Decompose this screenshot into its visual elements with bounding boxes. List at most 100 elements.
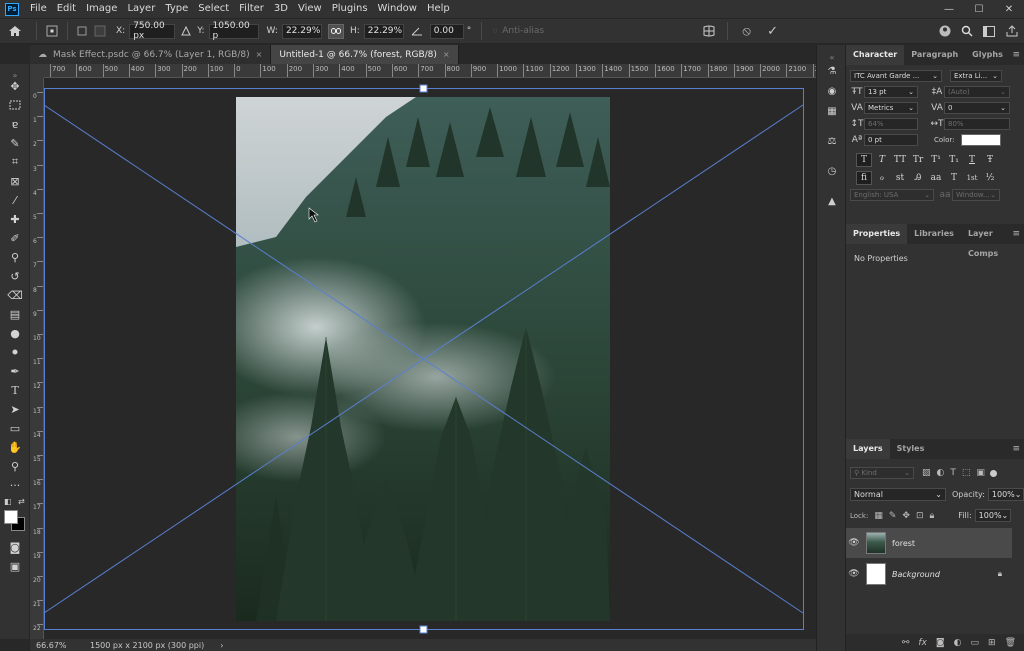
relative-position-icon[interactable] — [90, 25, 110, 37]
maximize-button[interactable]: ☐ — [964, 0, 994, 18]
font-family-select[interactable]: ITC Avant Garde ... ⌄ — [850, 70, 942, 82]
lock-all-icon[interactable]: 🔒︎ — [929, 511, 934, 521]
screen-mode-icon[interactable]: ▣ — [5, 557, 25, 575]
type-tool-icon[interactable]: T — [5, 381, 25, 399]
tab-character[interactable]: Character — [846, 45, 905, 65]
layer-filter-select[interactable]: ⚲ Kind ⌄ — [850, 467, 914, 479]
link-aspect-icon[interactable] — [327, 23, 344, 39]
faux-italic-button[interactable]: T — [874, 153, 890, 167]
swap-colors-icon[interactable]: ⇄ — [18, 497, 25, 506]
close-tab-icon[interactable]: × — [443, 50, 450, 59]
new-layer-icon[interactable]: ⊞ — [988, 638, 996, 648]
tab-libraries[interactable]: Libraries — [907, 224, 961, 244]
tracking-select[interactable]: 0 ⌄ — [944, 102, 1010, 114]
anti-alias-label[interactable]: Anti-alias — [502, 26, 544, 36]
kerning-select[interactable]: Metrics ⌄ — [864, 102, 918, 114]
crop-tool-icon[interactable]: ⌗ — [5, 153, 25, 171]
lock-artboard-icon[interactable]: ⊡ — [916, 511, 924, 521]
filter-smart-object-icon[interactable]: ▣ — [976, 468, 985, 478]
menu-layer[interactable]: Layer — [122, 0, 160, 18]
brush-tool-icon[interactable]: ✐ — [5, 229, 25, 247]
text-color-swatch[interactable] — [960, 134, 1001, 146]
pen-tool-icon[interactable]: ✒ — [5, 362, 25, 380]
layer-background[interactable]: 👁︎ Background 🔒︎ — [846, 559, 1012, 589]
foreground-color-swatch[interactable] — [4, 510, 18, 524]
height-field[interactable]: 22.29% — [363, 23, 404, 39]
subscript-button[interactable]: T₁ — [946, 153, 962, 167]
swatches-panel-icon[interactable]: ▦ — [823, 103, 841, 119]
baseline-shift-field[interactable]: 0 pt — [864, 134, 918, 146]
lock-position-icon[interactable]: ✥ — [902, 511, 910, 521]
strikethrough-button[interactable]: Ŧ — [982, 153, 998, 167]
fill-field[interactable]: 100% ⌄ — [974, 509, 1011, 522]
transform-handle-bottom[interactable] — [419, 625, 428, 634]
tab-properties[interactable]: Properties — [846, 224, 908, 244]
share-icon[interactable] — [1000, 25, 1024, 37]
opacity-field[interactable]: 100% ⌄ — [987, 488, 1024, 501]
marquee-tool-icon[interactable] — [5, 96, 25, 114]
lock-transparent-icon[interactable]: ▦ — [874, 511, 883, 521]
faux-bold-button[interactable]: T — [856, 153, 872, 167]
commit-transform-button[interactable]: ✓ — [760, 24, 786, 39]
rectangle-tool-icon[interactable]: ▭ — [5, 419, 25, 437]
minimize-button[interactable]: — — [934, 0, 964, 18]
fractions-button[interactable]: ½ — [982, 171, 998, 185]
layer-name[interactable]: forest — [892, 539, 915, 548]
clock-panel-icon[interactable]: ◷ — [823, 163, 841, 179]
hand-tool-icon[interactable]: ✋ — [5, 438, 25, 456]
vertical-ruler[interactable]: 0 1 2 3 4 5 6 7 8 9 10 11 12 13 14 15 16 17 18 19 20 21 22 — [30, 78, 44, 639]
discretionary-ligatures-button[interactable]: st — [892, 171, 908, 185]
add-mask-icon[interactable]: ◙ — [936, 638, 945, 648]
horizontal-scale-field[interactable]: 80% — [944, 118, 1010, 130]
close-tab-icon[interactable]: × — [256, 50, 263, 59]
tab-mask-effect[interactable]: ☁ Mask Effect.psdc @ 66.7% (Layer 1, RGB… — [30, 45, 272, 64]
visibility-eye-icon[interactable]: 👁︎ — [846, 538, 862, 548]
zoom-level[interactable]: 66.67% — [36, 641, 84, 650]
interpolation-icon[interactable]: ◦ — [488, 24, 502, 38]
menu-help[interactable]: Help — [422, 0, 455, 18]
zoom-tool-icon[interactable]: ⚲ — [5, 457, 25, 475]
ligatures-button[interactable]: fi — [856, 171, 872, 185]
eraser-tool-icon[interactable]: ⌫ — [5, 286, 25, 304]
more-tools-icon[interactable]: ··· — [5, 476, 25, 494]
link-layers-icon[interactable]: ⚯ — [902, 638, 910, 648]
visibility-eye-icon[interactable]: 👁︎ — [846, 569, 862, 579]
vertical-scale-field[interactable]: 64% — [864, 118, 918, 130]
filter-toggle-icon[interactable] — [989, 469, 997, 477]
font-style-select[interactable]: Extra Li... ⌄ — [950, 70, 1002, 82]
filter-pixel-icon[interactable]: ▨ — [922, 468, 931, 478]
small-caps-button[interactable]: Tr — [910, 153, 926, 167]
titling-button[interactable]: T — [946, 171, 962, 185]
brush-settings-icon[interactable]: ▲ — [823, 193, 841, 209]
menu-window[interactable]: Window — [373, 0, 422, 18]
filter-shape-icon[interactable]: ⬚ — [962, 468, 971, 478]
warp-mode-icon[interactable] — [697, 25, 721, 37]
language-select[interactable]: English: USA ⌄ — [850, 189, 934, 201]
tab-paragraph[interactable]: Paragraph — [904, 45, 965, 65]
dodge-tool-icon[interactable]: ⚫ — [5, 343, 25, 361]
width-field[interactable]: 22.29% — [281, 23, 322, 39]
canvas-area[interactable] — [44, 78, 816, 639]
panel-menu-icon[interactable]: ≡ — [1012, 50, 1020, 60]
all-caps-button[interactable]: TT — [892, 153, 908, 167]
menu-3d[interactable]: 3D — [269, 0, 293, 18]
workspace-icon[interactable] — [978, 25, 1000, 37]
quick-mask-icon[interactable]: ◙ — [5, 538, 25, 556]
superscript-button[interactable]: T¹ — [928, 153, 944, 167]
menu-plugins[interactable]: Plugins — [327, 0, 373, 18]
frame-tool-icon[interactable]: ⊠ — [5, 172, 25, 190]
quick-selection-tool-icon[interactable]: ✎ — [5, 134, 25, 152]
delete-layer-icon[interactable]: 🗑︎ — [1005, 638, 1016, 648]
status-menu-arrow[interactable]: › — [220, 641, 223, 650]
leading-select[interactable]: (Auto) ⌄ — [944, 86, 1010, 98]
font-size-select[interactable]: 13 pt ⌄ — [864, 86, 918, 98]
panel-menu-icon[interactable]: ≡ — [1012, 229, 1020, 239]
default-colors-icon[interactable]: ◧ — [4, 497, 12, 506]
menu-image[interactable]: Image — [81, 0, 122, 18]
blend-mode-select[interactable]: Normal ⌄ — [850, 488, 946, 501]
adjustments-panel-icon[interactable]: ⚖ — [823, 133, 841, 149]
layer-name[interactable]: Background — [892, 570, 940, 579]
tab-layers[interactable]: Layers — [846, 439, 890, 459]
healing-brush-tool-icon[interactable]: ✚ — [5, 210, 25, 228]
new-group-icon[interactable]: ▭ — [971, 638, 980, 648]
